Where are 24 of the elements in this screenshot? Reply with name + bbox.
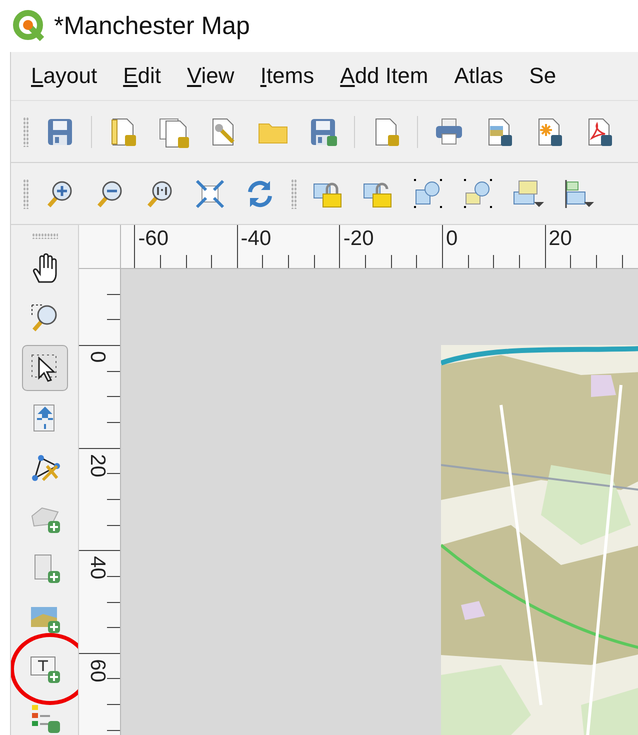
menu-item[interactable]: Atlas — [454, 63, 504, 89]
ruler-label: 20 — [548, 227, 572, 251]
menu-item[interactable]: Edit — [123, 63, 162, 89]
ruler-label: 60 — [85, 658, 109, 682]
select-group-icon — [462, 178, 494, 210]
ruler-label: -60 — [138, 227, 169, 251]
raise-icon — [512, 178, 544, 210]
ruler-label: 0 — [446, 227, 458, 251]
menu-item[interactable]: View — [187, 63, 234, 89]
ruler-label: -40 — [240, 227, 272, 251]
menu-item[interactable]: Add Item — [340, 63, 428, 89]
select-shapes-icon — [412, 178, 444, 210]
app-logo — [12, 9, 46, 43]
menu-item[interactable]: Layout — [31, 63, 98, 89]
duplicate-page-icon — [157, 116, 189, 148]
window-title: *Manchester Map — [54, 12, 250, 40]
zoom-full-icon — [194, 178, 226, 210]
printer-icon — [433, 116, 465, 148]
ruler-label: 0 — [85, 351, 109, 363]
menu-item[interactable]: Items — [260, 63, 314, 89]
ruler-label: 20 — [85, 454, 109, 477]
ruler-label: -20 — [343, 227, 374, 251]
ruler-label: 40 — [85, 556, 109, 580]
menu-item[interactable]: Se — [529, 63, 556, 89]
